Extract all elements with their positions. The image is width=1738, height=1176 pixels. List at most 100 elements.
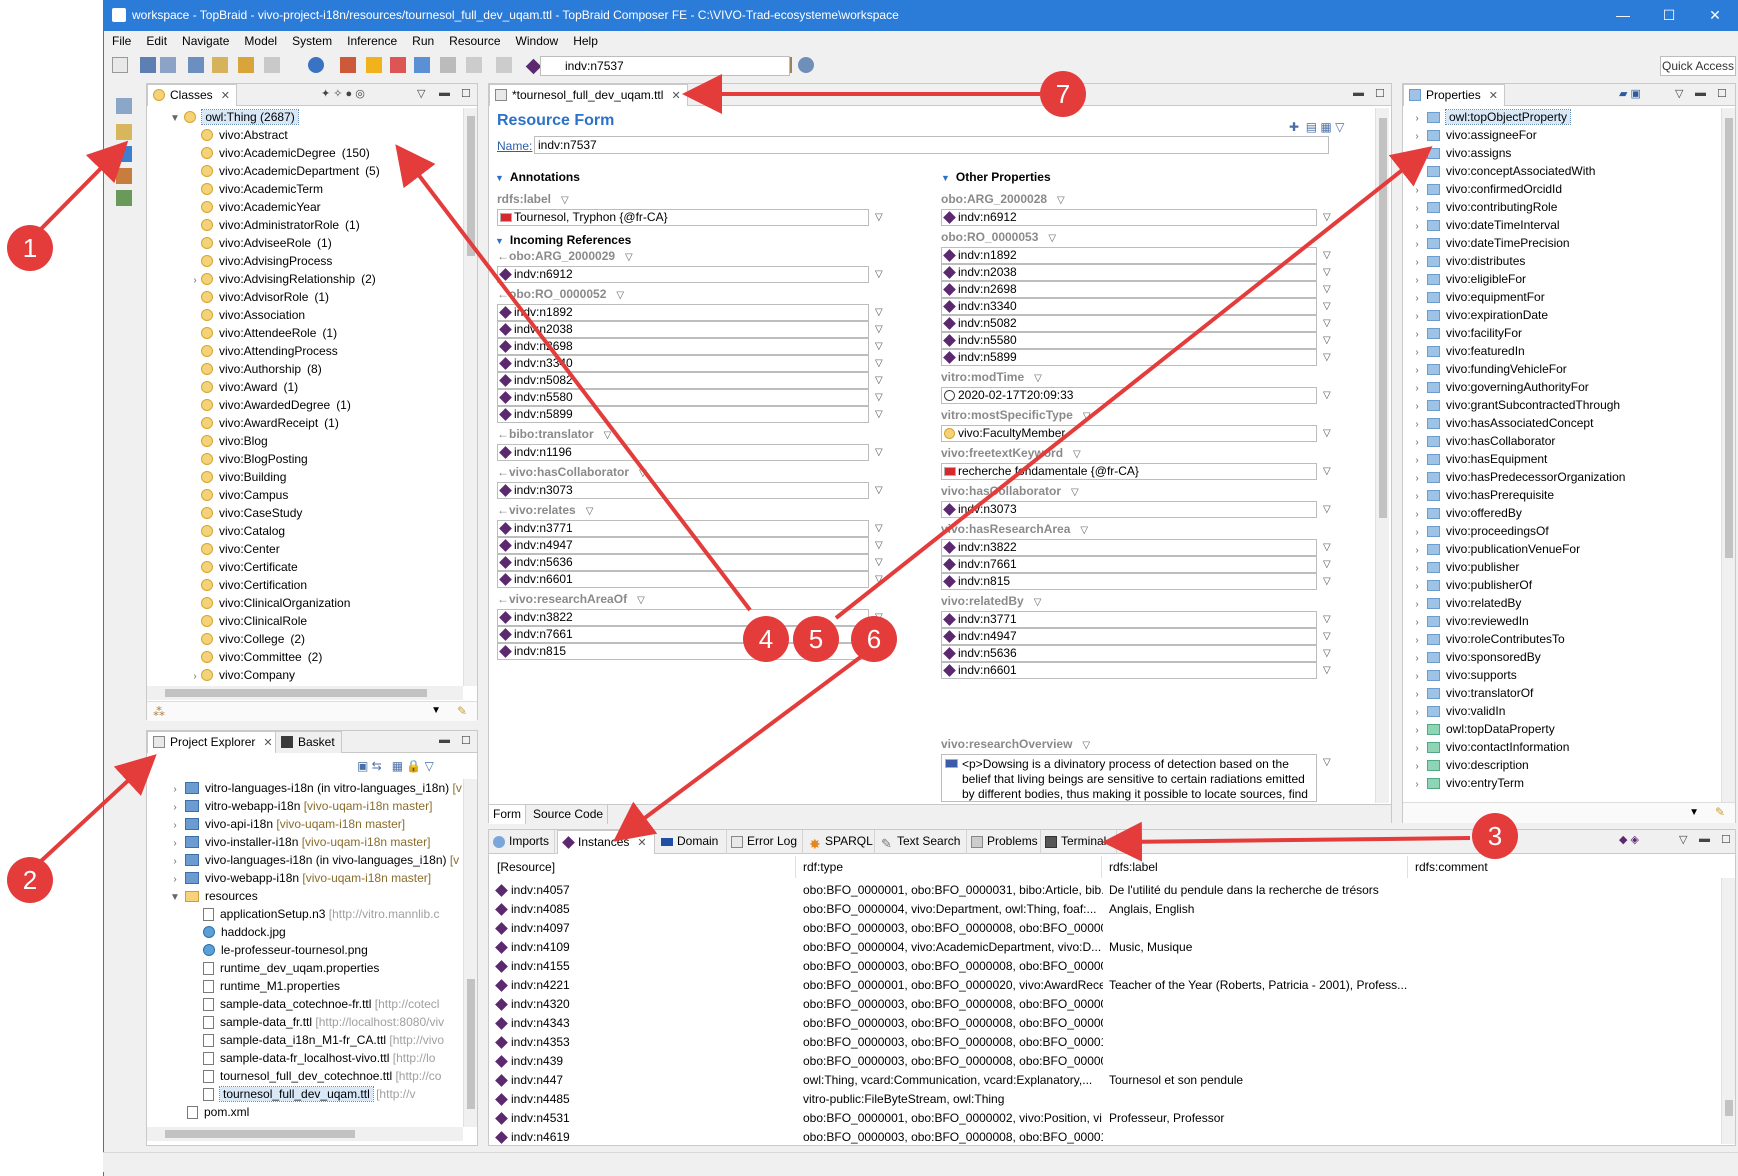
col-rdfs-label[interactable]: rdfs:label xyxy=(1109,860,1158,874)
property-value-field[interactable]: indv:n3771 xyxy=(941,611,1317,628)
tab-text-search[interactable]: ✎ Text Search xyxy=(877,830,967,854)
property-tree-item[interactable]: › vivo:publisher xyxy=(1411,558,1721,576)
property-tree-item[interactable]: › vivo:dateTimeInterval xyxy=(1411,216,1721,234)
property-value-field[interactable]: indv:n3771 xyxy=(497,520,869,537)
property-value-field[interactable]: indv:n6601 xyxy=(941,662,1317,679)
property-label[interactable]: ←obo:ARG_2000029 ▽ xyxy=(497,249,633,263)
class-tree-item[interactable]: vivo:AdvisorRole (1) xyxy=(169,288,463,306)
class-tree-item[interactable]: vivo:CaseStudy xyxy=(169,504,463,522)
property-tree-item[interactable]: › vivo:offeredBy xyxy=(1411,504,1721,522)
expand-icon[interactable]: › xyxy=(189,668,201,683)
class-tree-item[interactable]: vivo:College (2) xyxy=(169,630,463,648)
chevron-down-icon[interactable]: ▽ xyxy=(875,375,883,386)
chevron-down-icon[interactable]: ▽ xyxy=(875,557,883,568)
hscroll-thumb[interactable] xyxy=(165,1130,355,1138)
back-icon[interactable] xyxy=(466,57,482,73)
filter-icon[interactable]: ⁂ xyxy=(153,705,165,719)
table-row[interactable]: indv:n4531 obo:BFO_0000001, obo:BFO_00000… xyxy=(489,1109,1721,1128)
property-tree-item[interactable]: › vivo:roleContributesTo xyxy=(1411,630,1721,648)
property-value-field[interactable]: indv:n5082 xyxy=(497,372,869,389)
table-row[interactable]: indv:n447 owl:Thing, vcard:Communication,… xyxy=(489,1071,1721,1090)
class-tree-item[interactable]: vivo:ClinicalRole xyxy=(169,612,463,630)
class-tree-item[interactable]: vivo:Award (1) xyxy=(169,378,463,396)
file-item[interactable]: tournesol_full_dev_uqam.ttl [http://v xyxy=(169,1085,463,1103)
file-item[interactable]: tournesol_full_dev_cotechnoe.ttl [http:/… xyxy=(169,1067,463,1085)
chevron-down-icon[interactable]: ▽ xyxy=(875,540,883,551)
chevron-down-icon[interactable]: ▽ xyxy=(1323,390,1331,401)
property-tree-item[interactable]: › vivo:governingAuthorityFor xyxy=(1411,378,1721,396)
col-rdf-type[interactable]: rdf:type xyxy=(803,860,843,874)
class-tree-item[interactable]: vivo:AcademicDegree (150) xyxy=(169,144,463,162)
property-tree-item[interactable]: › vivo:proceedingsOf xyxy=(1411,522,1721,540)
property-tree-item[interactable]: › vivo:expirationDate xyxy=(1411,306,1721,324)
view-menu-icon[interactable]: ▽ xyxy=(417,87,425,100)
property-tree-item[interactable]: › vivo:entryTerm xyxy=(1411,774,1721,792)
view-menu-icon[interactable]: ▽ xyxy=(1679,833,1687,846)
resource-input[interactable]: indv:n7537 xyxy=(540,56,790,76)
tab-editor-file[interactable]: *tournesol_full_dev_uqam.ttl ✕ xyxy=(489,84,688,106)
name-label[interactable]: Name: xyxy=(497,139,532,153)
class-tree-item[interactable]: vivo:AdvisingProcess xyxy=(169,252,463,270)
tab-basket[interactable]: Basket xyxy=(275,731,342,753)
menu-help[interactable]: Help xyxy=(565,31,605,51)
property-value-field[interactable]: 2020-02-17T20:09:33 xyxy=(941,387,1317,404)
minimize-icon[interactable]: ▬ xyxy=(1699,833,1710,845)
chevron-down-icon[interactable]: ▽ xyxy=(1080,525,1088,536)
maximize-icon[interactable]: ☐ xyxy=(461,87,471,100)
table-row[interactable]: indv:n4353 obo:BFO_0000003, obo:BFO_00000… xyxy=(489,1033,1721,1052)
property-tree-item[interactable]: › vivo:confirmedOrcidId xyxy=(1411,180,1721,198)
editor-scrollbar[interactable] xyxy=(1375,108,1389,803)
scroll-thumb[interactable] xyxy=(467,979,475,1109)
property-label[interactable]: vivo:hasCollaborator ▽ xyxy=(941,484,1079,498)
property-value-field[interactable]: indv:n2038 xyxy=(497,321,869,338)
chevron-down-icon[interactable]: ▽ xyxy=(604,430,612,441)
property-tree-item[interactable]: › vivo:publisherOf xyxy=(1411,576,1721,594)
rdfs-label-prop[interactable]: rdfs:label ▽ xyxy=(497,192,569,206)
property-tree-item[interactable]: › vivo:hasAssociatedConcept xyxy=(1411,414,1721,432)
property-value-field[interactable]: recherche fondamentale {@fr-CA} xyxy=(941,463,1317,480)
pin-icon[interactable]: ✎ xyxy=(1715,805,1725,819)
save-icon[interactable] xyxy=(140,57,156,73)
maximize-icon[interactable]: ☐ xyxy=(1721,833,1731,846)
rdfs-label-field[interactable]: Tournesol, Tryphon {@fr-CA} xyxy=(497,209,869,226)
property-label[interactable]: ←vivo:hasCollaborator ▽ xyxy=(497,465,647,479)
class-tree-item[interactable]: vivo:Catalog xyxy=(169,522,463,540)
chevron-down-icon[interactable]: ▼ xyxy=(1689,807,1699,818)
tab-error-log[interactable]: Error Log xyxy=(727,830,803,854)
property-tree-item[interactable]: › vivo:equipmentFor xyxy=(1411,288,1721,306)
property-tree-item[interactable]: › vivo:hasEquipment xyxy=(1411,450,1721,468)
class-tree-item[interactable]: vivo:AttendeeRole (1) xyxy=(169,324,463,342)
chevron-down-icon[interactable]: ▽ xyxy=(875,324,883,335)
chevron-down-icon[interactable]: ▽ xyxy=(637,595,645,606)
minimize-icon[interactable]: ▬ xyxy=(1353,87,1364,99)
property-tree-item[interactable]: › vivo:facilityFor xyxy=(1411,324,1721,342)
property-tree-item[interactable]: › vivo:dateTimePrecision xyxy=(1411,234,1721,252)
resource-perspective-icon[interactable] xyxy=(116,124,132,140)
property-value-field[interactable]: indv:n5580 xyxy=(941,332,1317,349)
table-row[interactable]: indv:n439 obo:BFO_0000003, obo:BFO_000000… xyxy=(489,1052,1721,1071)
chevron-down-icon[interactable]: ▽ xyxy=(625,252,633,263)
property-tree-item[interactable]: › vivo:translatorOf xyxy=(1411,684,1721,702)
property-tree-item[interactable]: › vivo:reviewedIn xyxy=(1411,612,1721,630)
chevron-down-icon[interactable]: ▽ xyxy=(1323,504,1331,515)
property-tree-item[interactable]: › vivo:publicationVenueFor xyxy=(1411,540,1721,558)
import-icon[interactable] xyxy=(238,57,254,73)
forward-icon[interactable] xyxy=(496,57,512,73)
team-perspective-icon[interactable] xyxy=(116,190,132,206)
project-item[interactable]: › vitro-webapp-i18n [vivo-uqam-i18n maste… xyxy=(169,797,463,815)
project-item[interactable]: › vivo-languages-i18n (in vivo-languages_… xyxy=(169,851,463,869)
property-tree-item[interactable]: › vivo:description xyxy=(1411,756,1721,774)
col-rdfs-comment[interactable]: rdfs:comment xyxy=(1415,860,1488,874)
chevron-down-icon[interactable]: ▽ xyxy=(1323,576,1331,587)
file-item[interactable]: runtime_dev_uqam.properties xyxy=(169,959,463,977)
warning-icon[interactable] xyxy=(366,57,382,73)
properties-scrollbar[interactable] xyxy=(1721,108,1735,802)
property-tree-item[interactable]: › vivo:featuredIn xyxy=(1411,342,1721,360)
instance-tool-icons[interactable]: ◆ ◈ xyxy=(1619,833,1639,846)
class-tree-item[interactable]: vivo:Abstract xyxy=(169,126,463,144)
property-label[interactable]: obo:RO_0000053 ▽ xyxy=(941,230,1056,244)
chevron-down-icon[interactable]: ▽ xyxy=(1323,428,1331,439)
chevron-down-icon[interactable]: ▽ xyxy=(875,523,883,534)
class-tree-item[interactable]: › vivo:AdvisingRelationship (2) xyxy=(169,270,463,288)
property-value-field[interactable]: indv:n5580 xyxy=(497,389,869,406)
